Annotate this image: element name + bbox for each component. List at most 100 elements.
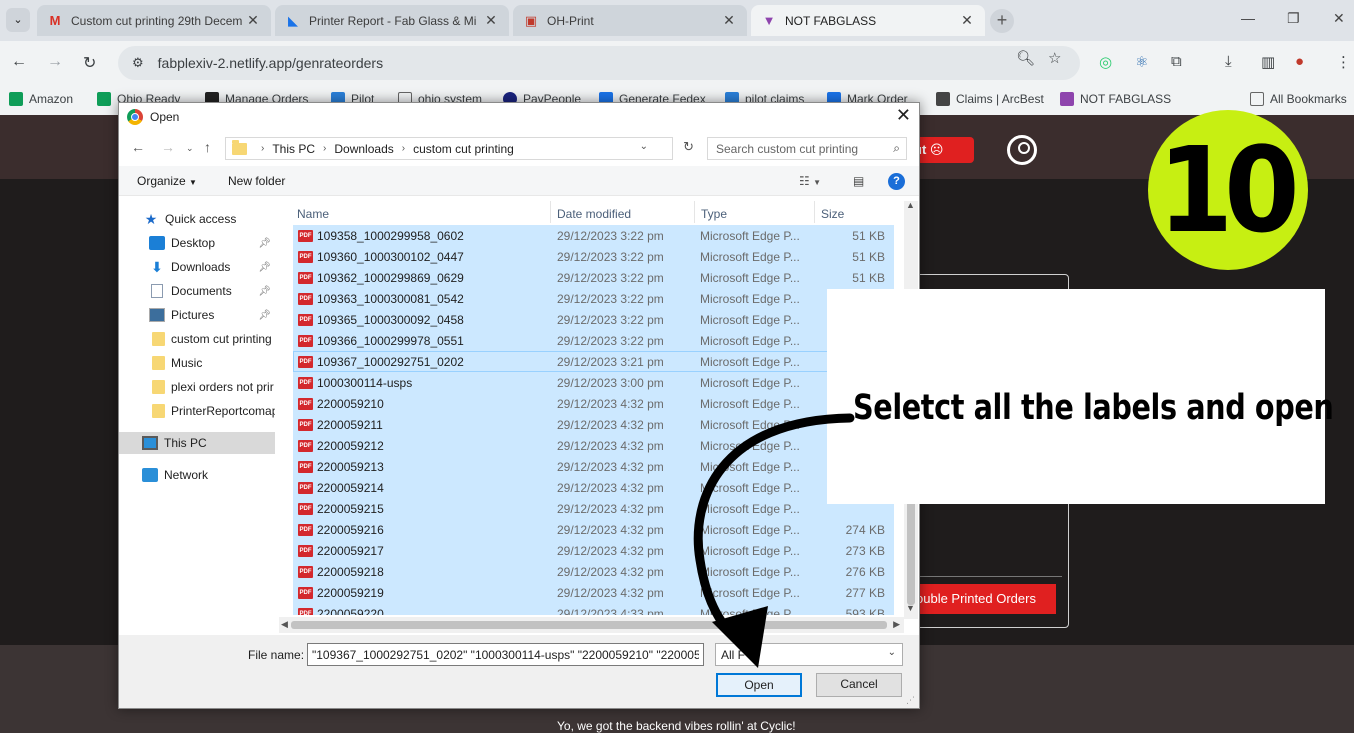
horizontal-scrollbar[interactable]: ◀ ▶ [279, 617, 904, 633]
dialog-footer: File name: All F ⌄ Open Cancel ⋰ [119, 635, 919, 708]
cancel-button[interactable]: Cancel [816, 673, 902, 697]
minimize-icon[interactable]: — [1241, 10, 1255, 26]
help-icon[interactable]: ? [888, 173, 905, 190]
tab-oh-print[interactable]: ▣ OH-Print ✕ [513, 5, 747, 36]
scroll-right-icon[interactable]: ▶ [893, 619, 900, 630]
user-icon[interactable] [1007, 135, 1037, 165]
scroll-left-icon[interactable]: ◀ [281, 619, 288, 630]
forward-icon[interactable]: → [161, 139, 175, 155]
nav-plexi-orders[interactable]: plexi orders not prir [119, 376, 275, 398]
site-info-icon[interactable]: ⚙ [132, 55, 144, 71]
scroll-thumb[interactable] [291, 621, 887, 629]
reload-icon[interactable]: ↻ [83, 53, 96, 73]
file-row[interactable]: PDF 2200059216 29/12/2023 4:32 pm Microsoft… [293, 519, 894, 540]
column-divider[interactable] [814, 201, 815, 223]
file-row[interactable]: PDF 2200059218 29/12/2023 4:32 pm Microsoft… [293, 561, 894, 582]
double-printed-orders-button[interactable]: ouble Printed Orders [912, 584, 1056, 614]
file-row[interactable]: PDF 1000300114-usps 29/12/2023 3:00 pm Micr… [293, 372, 894, 393]
tab-not-fabglass[interactable]: ▼ NOT FABGLASS ✕ [751, 5, 985, 36]
close-icon[interactable]: ✕ [721, 12, 737, 29]
file-type-select[interactable]: All F ⌄ [715, 643, 903, 666]
file-row[interactable]: PDF 2200059220 29/12/2023 4:33 pm Microsoft… [293, 603, 894, 615]
nav-network[interactable]: Network [119, 464, 275, 486]
refresh-icon[interactable]: ↻ [683, 139, 694, 155]
back-icon[interactable]: ← [11, 53, 27, 71]
file-row[interactable]: PDF 2200059212 29/12/2023 4:32 pm Microsoft… [293, 435, 894, 456]
recent-chevron-icon[interactable]: ⌄ [186, 143, 194, 154]
column-divider[interactable] [550, 201, 551, 223]
zoom-icon[interactable]: 🔍︎ [1016, 49, 1035, 67]
back-icon[interactable]: ← [131, 139, 145, 155]
bookmark-claims-arcbest[interactable]: Claims | ArcBest [936, 92, 1044, 106]
extensions-puzzle-icon[interactable]: ⧉ [1171, 53, 1182, 70]
tab-gmail[interactable]: M Custom cut printing 29th Decem ✕ [37, 5, 271, 36]
scroll-up-icon[interactable]: ▲ [906, 200, 915, 210]
file-date-modified: 29/12/2023 3:22 pm [557, 271, 664, 285]
file-row[interactable]: PDF 109363_1000300081_0542 29/12/2023 3:22… [293, 288, 894, 309]
preview-pane-icon[interactable]: ▤ [853, 174, 864, 188]
close-icon[interactable]: ✕ [959, 12, 975, 29]
up-icon[interactable]: ↑ [204, 139, 211, 155]
file-row[interactable]: PDF 2200059211 29/12/2023 4:32 pm Microsoft… [293, 414, 894, 435]
address-bar[interactable]: ⚙ fabplexiv-2.netlify.app/genrateorders [118, 46, 1080, 80]
bookmark-not-fabglass[interactable]: NOT FABGLASS [1060, 92, 1171, 106]
avatar[interactable]: ● [1295, 53, 1304, 70]
nav-documents[interactable]: Documents 📌︎ [119, 280, 275, 302]
chevron-down-icon[interactable]: ⌄ [640, 141, 648, 152]
close-icon[interactable]: ✕ [245, 12, 261, 29]
new-folder-button[interactable]: New folder [228, 174, 285, 188]
column-date-modified[interactable]: Date modified [557, 207, 631, 221]
file-row[interactable]: PDF 2200059213 29/12/2023 4:32 pm Microsoft… [293, 456, 894, 477]
bookmark-amazon[interactable]: Amazon [9, 92, 73, 106]
nav-desktop[interactable]: Desktop 📌︎ [119, 232, 275, 254]
column-name[interactable]: Name [297, 207, 329, 221]
folder-breadcrumb[interactable]: › This PC › Downloads › custom cut print… [225, 137, 694, 160]
restore-icon[interactable]: ❐ [1287, 10, 1300, 27]
view-options-icon[interactable]: ☷ ▼ [799, 174, 821, 188]
nav-this-pc[interactable]: This PC [119, 432, 275, 454]
breadcrumb-this-pc[interactable]: This PC [272, 142, 315, 156]
nav-quick-access[interactable]: ★ Quick access [119, 208, 275, 230]
file-row[interactable]: PDF 2200059219 29/12/2023 4:32 pm Microsoft… [293, 582, 894, 603]
extension-icon[interactable]: ◎ [1099, 53, 1112, 71]
file-row[interactable]: PDF 109366_1000299978_0551 29/12/2023 3:22… [293, 330, 894, 351]
organize-button[interactable]: Organize ▼ [137, 174, 197, 188]
file-row[interactable]: PDF 109362_1000299869_0629 29/12/2023 3:22… [293, 267, 894, 288]
file-row[interactable]: PDF 2200059210 29/12/2023 4:32 pm Microsoft… [293, 393, 894, 414]
scroll-down-icon[interactable]: ▼ [906, 603, 915, 613]
download-icon[interactable]: ⤓ [1225, 53, 1232, 70]
new-tab-button[interactable]: + [990, 9, 1014, 33]
nav-pictures[interactable]: Pictures 📌︎ [119, 304, 275, 326]
column-divider[interactable] [694, 201, 695, 223]
nav-downloads[interactable]: ⬇ Downloads 📌︎ [119, 256, 275, 278]
close-icon[interactable]: ✕ [896, 105, 911, 126]
file-row[interactable]: PDF 109367_1000292751_0202 29/12/2023 3:21… [293, 351, 894, 372]
side-panel-icon[interactable]: ▥ [1261, 53, 1275, 71]
search-input[interactable]: Search custom cut printing ⌕ [707, 137, 907, 160]
breadcrumb-downloads[interactable]: Downloads [334, 142, 393, 156]
window-close-icon[interactable]: ✕ [1333, 10, 1345, 27]
nav-printer-report[interactable]: PrinterReportcomap [119, 400, 275, 422]
nav-music[interactable]: Music [119, 352, 275, 374]
resize-grip-icon[interactable]: ⋰ [906, 695, 915, 706]
star-icon[interactable]: ☆ [1048, 49, 1061, 67]
file-row[interactable]: PDF 109365_1000300092_0458 29/12/2023 3:22… [293, 309, 894, 330]
menu-icon[interactable]: ⋮ [1336, 53, 1351, 71]
all-bookmarks[interactable]: All Bookmarks [1250, 92, 1347, 106]
react-icon[interactable]: ⚛ [1135, 53, 1148, 71]
breadcrumb-custom-cut-printing[interactable]: custom cut printing [413, 142, 514, 156]
open-button[interactable]: Open [716, 673, 802, 697]
file-row[interactable]: PDF 109360_1000300102_0447 29/12/2023 3:22… [293, 246, 894, 267]
close-icon[interactable]: ✕ [483, 12, 499, 29]
tab-search-button[interactable]: ⌄ [6, 8, 30, 32]
forward-icon[interactable]: → [47, 53, 63, 71]
file-row[interactable]: PDF 2200059217 29/12/2023 4:32 pm Microsoft… [293, 540, 894, 561]
column-type[interactable]: Type [701, 207, 727, 221]
column-size[interactable]: Size [821, 207, 844, 221]
file-row[interactable]: PDF 109358_1000299958_0602 29/12/2023 3:22… [293, 225, 894, 246]
file-row[interactable]: PDF 2200059215 29/12/2023 4:32 pm Microsoft… [293, 498, 894, 519]
nav-custom-cut-printing[interactable]: custom cut printing [119, 328, 275, 350]
file-row[interactable]: PDF 2200059214 29/12/2023 4:32 pm Microsoft… [293, 477, 894, 498]
tab-printer-report[interactable]: ◣ Printer Report - Fab Glass & Mi ✕ [275, 5, 509, 36]
file-name-field[interactable] [307, 643, 704, 666]
